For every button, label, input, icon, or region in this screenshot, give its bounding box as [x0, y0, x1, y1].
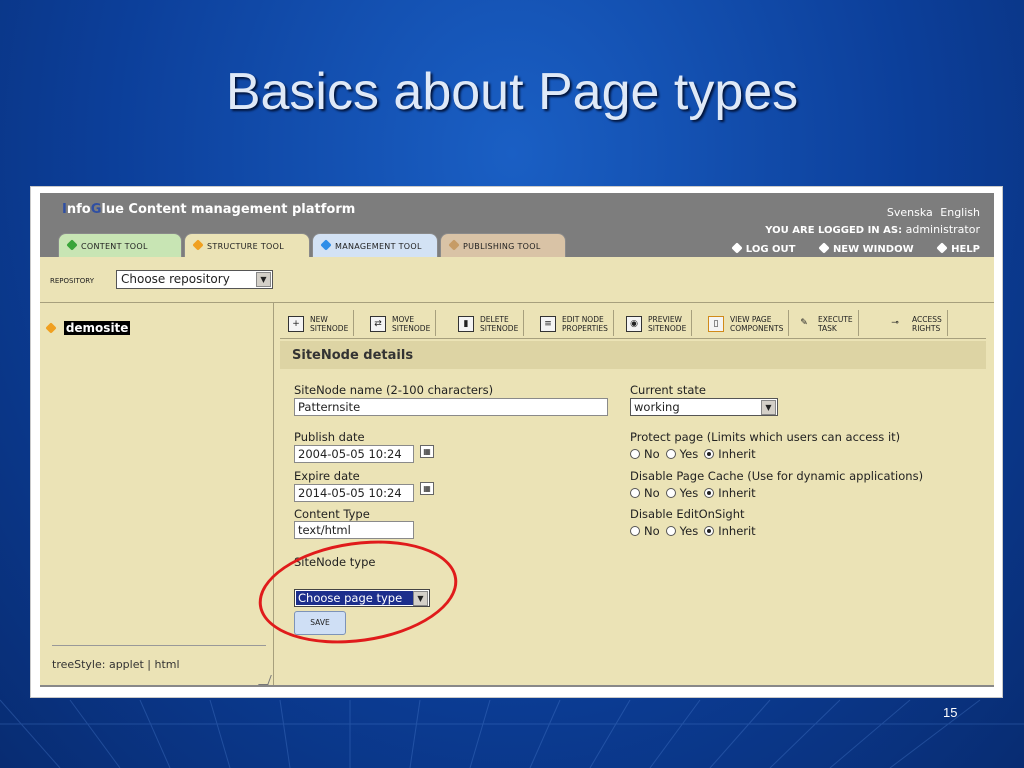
- publish-date-label: Publish date: [294, 430, 365, 444]
- protect-inherit-radio[interactable]: [704, 449, 715, 459]
- cube-icon: [45, 322, 57, 334]
- cube-icon: [731, 242, 743, 254]
- tab-management-tool[interactable]: MANAGEMENT TOOL: [312, 233, 438, 257]
- help-link[interactable]: HELP: [936, 242, 980, 255]
- sitenode-toolbar: + NEW SITENODE ⇄ MOVE SITENODE ▮ DELETE SITENO…: [280, 305, 986, 339]
- app-header: InfoGlue Content management platform Sve…: [40, 193, 994, 257]
- details-header: SiteNode details: [280, 341, 986, 369]
- new-document-icon: +: [288, 316, 304, 332]
- protect-page-label: Protect page (Limits which users can acc…: [630, 430, 901, 444]
- tree-node-demosite[interactable]: demosite: [45, 321, 131, 335]
- calendar-icon[interactable]: ▦: [420, 482, 434, 495]
- properties-icon: ≡: [540, 316, 556, 332]
- cache-no-radio[interactable]: [630, 488, 640, 498]
- cube-icon: [818, 242, 830, 254]
- eos-inherit-radio[interactable]: [704, 526, 715, 536]
- disable-cache-options: No Yes Inherit: [624, 486, 756, 500]
- protect-no-radio[interactable]: [630, 449, 640, 459]
- slide-title: Basics about Page types: [225, 63, 799, 121]
- eos-no-radio[interactable]: [630, 526, 640, 536]
- login-info: YOU ARE LOGGED IN AS: administrator: [765, 223, 980, 236]
- view-page-components-button[interactable]: ▯ VIEW PAGE COMPONENTS: [708, 310, 790, 336]
- cube-icon: [66, 239, 78, 251]
- components-icon: ▯: [708, 316, 724, 332]
- tab-content-tool[interactable]: CONTENT TOOL: [58, 233, 182, 257]
- logged-in-label: YOU ARE LOGGED IN AS:: [765, 225, 903, 236]
- current-state-label: Current state: [630, 383, 706, 397]
- eos-yes-radio[interactable]: [665, 526, 676, 536]
- screenshot-frame: InfoGlue Content management platform Sve…: [30, 186, 1003, 698]
- protect-yes-radio[interactable]: [665, 449, 676, 459]
- move-icon: ⇄: [370, 316, 386, 332]
- language-links: Svenska English: [883, 206, 980, 219]
- edit-node-properties-button[interactable]: ≡ EDIT NODE PROPERTIES: [540, 310, 614, 336]
- sitenode-form: SiteNode name (2-100 characters) Pattern…: [280, 369, 986, 687]
- move-sitenode-button[interactable]: ⇄ MOVE SITENODE: [370, 310, 437, 336]
- lang-english-link[interactable]: English: [940, 206, 980, 219]
- tab-publishing-tool[interactable]: PUBLISHING TOOL: [440, 233, 566, 257]
- structure-tree-panel: demosite treeStyle: applet | html: [40, 303, 274, 687]
- repository-bar: REPOSITORY Choose repository ▼: [40, 257, 994, 303]
- lang-svenska-link[interactable]: Svenska: [887, 206, 933, 219]
- cube-icon: [192, 239, 204, 251]
- logged-in-user: administrator: [905, 223, 980, 236]
- repository-select[interactable]: Choose repository ▼: [116, 270, 273, 289]
- access-rights-button[interactable]: ⊸ ACCESS RIGHTS: [884, 310, 948, 336]
- pencil-icon: ✎: [800, 318, 808, 328]
- disable-editonsight-options: No Yes Inherit: [624, 524, 756, 538]
- tree-style-links[interactable]: treeStyle: applet | html: [52, 645, 266, 671]
- details-title: SiteNode details: [292, 348, 414, 363]
- content-type-label: Content Type: [294, 507, 370, 521]
- disable-cache-label: Disable Page Cache (Use for dynamic appl…: [630, 469, 924, 483]
- publish-date-field[interactable]: 2004-05-05 10:24: [294, 445, 414, 463]
- trash-icon: ▮: [458, 316, 474, 332]
- slide-number: 15: [943, 705, 958, 720]
- status-strip: [40, 685, 994, 687]
- infoglue-window: InfoGlue Content management platform Sve…: [40, 193, 994, 687]
- current-state-select[interactable]: working ▼: [630, 398, 778, 416]
- cube-icon: [448, 239, 460, 251]
- sitenode-name-label: SiteNode name (2-100 characters): [294, 383, 494, 397]
- resize-grip-icon[interactable]: [258, 675, 272, 685]
- eye-icon: ◉: [626, 316, 642, 332]
- new-window-link[interactable]: NEW WINDOW: [818, 242, 914, 255]
- cube-icon: [936, 242, 948, 254]
- top-links: LOG OUT NEW WINDOW HELP: [712, 242, 980, 255]
- cache-yes-radio[interactable]: [665, 488, 676, 498]
- protect-page-options: No Yes Inherit: [624, 447, 756, 461]
- tab-structure-tool[interactable]: STRUCTURE TOOL: [184, 233, 310, 257]
- cube-icon: [320, 239, 332, 251]
- chevron-down-icon: ▼: [761, 400, 776, 415]
- new-sitenode-button[interactable]: + NEW SITENODE: [288, 310, 355, 336]
- preview-sitenode-button[interactable]: ◉ PREVIEW SITENODE: [626, 310, 693, 336]
- repository-label: REPOSITORY: [50, 277, 95, 285]
- expire-date-label: Expire date: [294, 469, 360, 483]
- sitenode-name-field[interactable]: Patternsite: [294, 398, 608, 416]
- cache-inherit-radio[interactable]: [704, 488, 715, 498]
- calendar-icon[interactable]: ▦: [420, 445, 434, 458]
- delete-sitenode-button[interactable]: ▮ DELETE SITENODE: [458, 310, 525, 336]
- content-type-field[interactable]: text/html: [294, 521, 414, 539]
- app-title: InfoGlue Content management platform: [62, 202, 356, 217]
- logout-link[interactable]: LOG OUT: [731, 242, 795, 255]
- execute-task-button[interactable]: ✎ EXECUTE TASK: [796, 310, 859, 336]
- disable-editonsight-label: Disable EditOnSight: [630, 507, 745, 521]
- expire-date-field[interactable]: 2014-05-05 10:24: [294, 484, 414, 502]
- chevron-down-icon: ▼: [256, 272, 271, 287]
- key-icon: ⊸: [891, 318, 899, 328]
